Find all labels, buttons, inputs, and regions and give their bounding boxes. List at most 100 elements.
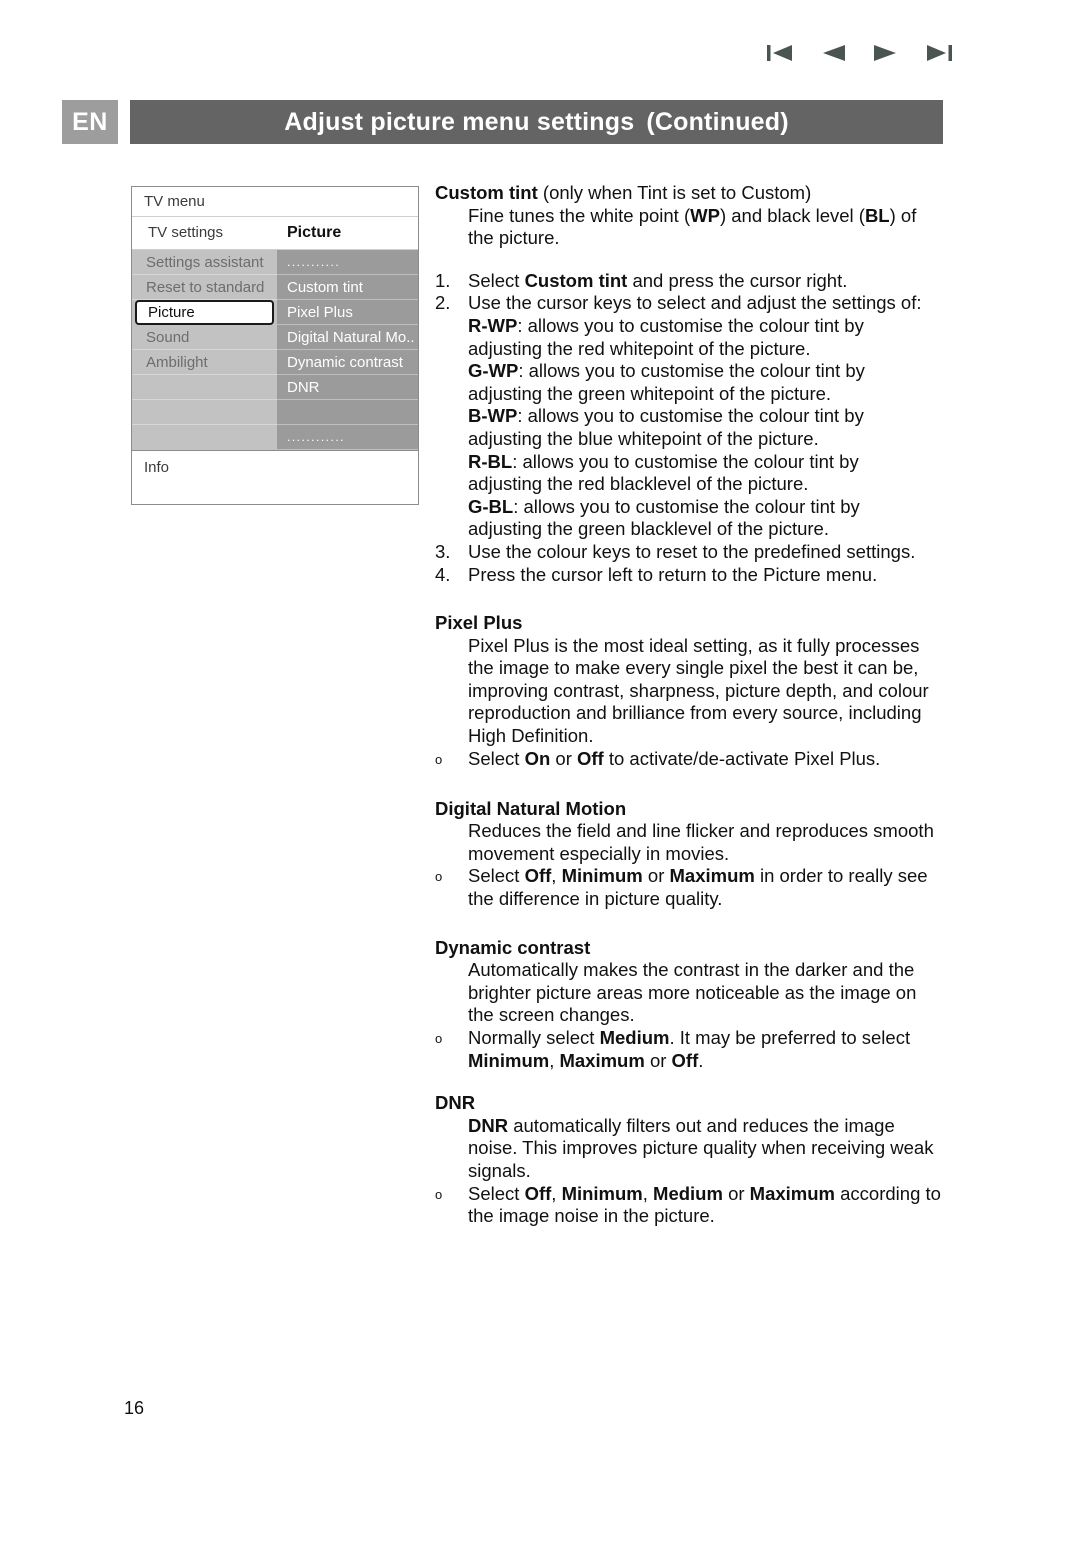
- custom-tint-heading-note: (only when Tint is set to Custom): [542, 182, 812, 203]
- main-content: Custom tint (only when Tint is set to Cu…: [435, 182, 947, 1228]
- pp-part-c: to activate/de-activate Pixel Plus.: [603, 747, 881, 769]
- next-page-icon[interactable]: [873, 42, 899, 64]
- custom-tint-heading-text: Custom tint: [435, 182, 538, 203]
- tv-menu-info-panel: Info: [132, 450, 418, 504]
- intro-line-2: the picture.: [468, 227, 560, 249]
- menu-item-settings-assistant[interactable]: Settings assistant: [132, 250, 277, 275]
- bullet-icon: o: [435, 1031, 443, 1046]
- pp-option-on: On: [524, 747, 551, 769]
- dc-option-medium: Medium: [599, 1027, 670, 1048]
- dnm-part-c: or: [642, 865, 670, 887]
- step-1-emphasis: Custom tint: [524, 269, 628, 291]
- dnm-part-b: ,: [551, 865, 562, 887]
- picture-item-digital-natural-motion[interactable]: Digital Natural Mo..: [277, 325, 418, 350]
- last-page-icon[interactable]: [926, 42, 952, 64]
- def-key-g-bl: G-BL: [468, 495, 514, 517]
- step-2: 2. Use the cursor keys to select and adj…: [435, 292, 947, 541]
- def-key-b-wp: B-WP: [468, 405, 518, 427]
- def-line1-r-wp: : allows you to customise the colour tin…: [517, 314, 864, 336]
- section-heading-digital-natural-motion: Digital Natural Motion: [435, 797, 627, 819]
- menu-item-ambilight[interactable]: Ambilight: [132, 350, 277, 375]
- dnr-body: DNR automatically filters out and reduce…: [468, 1115, 947, 1183]
- def-line2-r-bl: adjusting the red blacklevel of the pict…: [468, 473, 809, 495]
- first-page-icon[interactable]: [767, 42, 793, 64]
- dc-part-d: or: [644, 1049, 672, 1071]
- menu-item-sound[interactable]: Sound: [132, 325, 277, 350]
- step-4-text: Press the cursor left to return to the P…: [468, 563, 878, 585]
- bl-abbrev: BL: [864, 204, 890, 226]
- tv-menu-right-column: ........... Custom tint Pixel Plus Digit…: [277, 250, 418, 450]
- tv-menu-screenshot: TV menu TV settings Picture Settings ass…: [131, 186, 419, 505]
- def-line1-r-bl: : allows you to customise the colour tin…: [512, 450, 859, 472]
- step-3: 3. Use the colour keys to reset to the p…: [435, 541, 947, 564]
- section-heading-dnr: DNR: [435, 1092, 476, 1114]
- pp-option-off: Off: [577, 747, 604, 769]
- intro-part-2: ) and black level (: [719, 204, 865, 226]
- page-title: Adjust picture menu settings: [284, 107, 635, 136]
- step-3-text: Use the colour keys to reset to the pred…: [468, 540, 916, 562]
- tv-menu-subheader: TV settings Picture: [132, 217, 418, 250]
- dnm-option-off: Off: [524, 865, 552, 887]
- step-4-number: 4.: [435, 563, 451, 585]
- menu-item-blank-2: [132, 400, 277, 425]
- step-1-part-c: and press the cursor right.: [627, 269, 848, 291]
- language-badge: EN: [62, 100, 118, 144]
- def-key-r-wp: R-WP: [468, 314, 518, 336]
- definition-g-wp: G-WP: allows you to customise the colour…: [468, 360, 947, 383]
- def-key-r-bl: R-BL: [468, 450, 513, 472]
- dc-option-off: Off: [671, 1049, 699, 1071]
- step-2-number: 2.: [435, 292, 451, 314]
- pp-part-b: or: [550, 747, 577, 769]
- wp-abbrev: WP: [690, 204, 720, 226]
- def-line1-b-wp: : allows you to customise the colour tin…: [517, 405, 864, 427]
- def-line1-g-wp: : allows you to customise the colour tin…: [518, 360, 865, 382]
- dc-part-e: .: [698, 1049, 704, 1071]
- picture-item-dots-top: ...........: [277, 250, 418, 275]
- dnm-option-maximum: Maximum: [669, 865, 755, 887]
- page-title-bar: Adjust picture menu settings (Continued): [130, 100, 943, 144]
- picture-item-custom-tint[interactable]: Custom tint: [277, 275, 418, 300]
- step-2-intro: Use the cursor keys to select and adjust…: [468, 292, 922, 314]
- pixel-plus-bullet: o Select On or Off to activate/de-activa…: [435, 748, 947, 772]
- dc-option-maximum: Maximum: [559, 1049, 645, 1071]
- section-heading-pixel-plus: Pixel Plus: [435, 612, 523, 634]
- dc-option-minimum: Minimum: [468, 1049, 550, 1071]
- def-line2-g-wp: adjusting the green whitepoint of the pi…: [468, 382, 832, 404]
- picture-item-pixel-plus[interactable]: Pixel Plus: [277, 300, 418, 325]
- menu-item-picture[interactable]: Picture: [135, 300, 274, 325]
- dnr-bullet-text: Select Off, Minimum, Medium or Maximum a…: [468, 1183, 947, 1228]
- pixel-plus-body: Pixel Plus is the most ideal setting, as…: [468, 634, 929, 747]
- dnm-body: Reduces the field and line flicker and r…: [468, 820, 934, 864]
- tv-menu-title: TV menu: [132, 187, 418, 217]
- pixel-plus-bullet-text: Select On or Off to activate/de-activate…: [468, 748, 947, 771]
- picture-item-dnr[interactable]: DNR: [277, 375, 418, 400]
- dnr-part-b: ,: [551, 1182, 562, 1204]
- dnr-bullet: o Select Off, Minimum, Medium or Maximum…: [435, 1183, 947, 1228]
- step-1-number: 1.: [435, 269, 451, 291]
- step-1-text: Select Custom tint and press the cursor …: [468, 270, 947, 293]
- menu-item-reset-to-standard[interactable]: Reset to standard: [132, 275, 277, 300]
- section-heading-custom-tint: Custom tint (only when Tint is set to Cu…: [435, 182, 947, 205]
- picture-item-blank: [277, 400, 418, 425]
- dynamic-contrast-body: Automatically makes the contrast in the …: [468, 959, 917, 1026]
- def-line2-b-wp: adjusting the blue whitepoint of the pic…: [468, 427, 819, 449]
- dots-placeholder-bottom: ............: [287, 430, 346, 444]
- page-header: EN Adjust picture menu settings (Continu…: [62, 100, 943, 144]
- step-1: 1. Select Custom tint and press the curs…: [435, 270, 947, 293]
- pp-part-a: Select: [468, 747, 525, 769]
- page-navigation-icons: [767, 42, 952, 64]
- tv-settings-label: TV settings: [148, 224, 224, 241]
- bullet-icon: o: [435, 1186, 443, 1202]
- def-key-g-wp: G-WP: [468, 360, 519, 382]
- dnr-part-c: ,: [642, 1182, 654, 1204]
- dc-bullet-text: Normally select Medium. It may be prefer…: [468, 1027, 947, 1072]
- previous-page-icon[interactable]: [820, 42, 846, 64]
- tv-menu-left-column: Settings assistant Reset to standard Pic…: [132, 250, 277, 450]
- dc-part-a: Normally select: [468, 1027, 600, 1048]
- step-2-text: Use the cursor keys to select and adjust…: [468, 292, 947, 541]
- page-number: 16: [124, 1398, 145, 1418]
- bullet-icon: o: [435, 751, 443, 767]
- dnr-option-minimum: Minimum: [561, 1182, 643, 1204]
- picture-item-dynamic-contrast[interactable]: Dynamic contrast: [277, 350, 418, 375]
- tv-menu-body: Settings assistant Reset to standard Pic…: [132, 250, 418, 450]
